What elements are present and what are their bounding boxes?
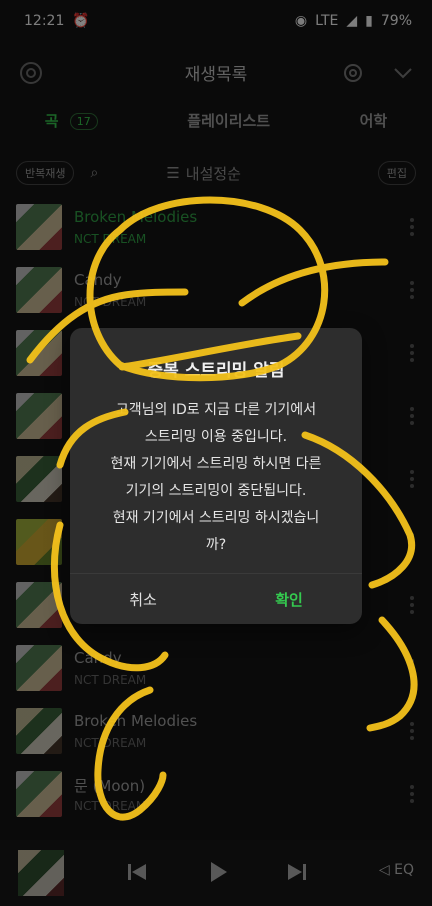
duplicate-streaming-dialog: 중복 스트리밍 알림 고객님의 ID로 지금 다른 기기에서 스트리밍 이용 중… [70, 328, 362, 624]
dialog-actions: 취소 확인 [70, 573, 362, 624]
cancel-button[interactable]: 취소 [70, 574, 216, 624]
dialog-title: 중복 스트리밍 알림 [147, 361, 285, 381]
confirm-button[interactable]: 확인 [216, 574, 362, 624]
dialog-message: 고객님의 ID로 지금 다른 기기에서 스트리밍 이용 중입니다. 현재 기기에… [110, 402, 322, 553]
